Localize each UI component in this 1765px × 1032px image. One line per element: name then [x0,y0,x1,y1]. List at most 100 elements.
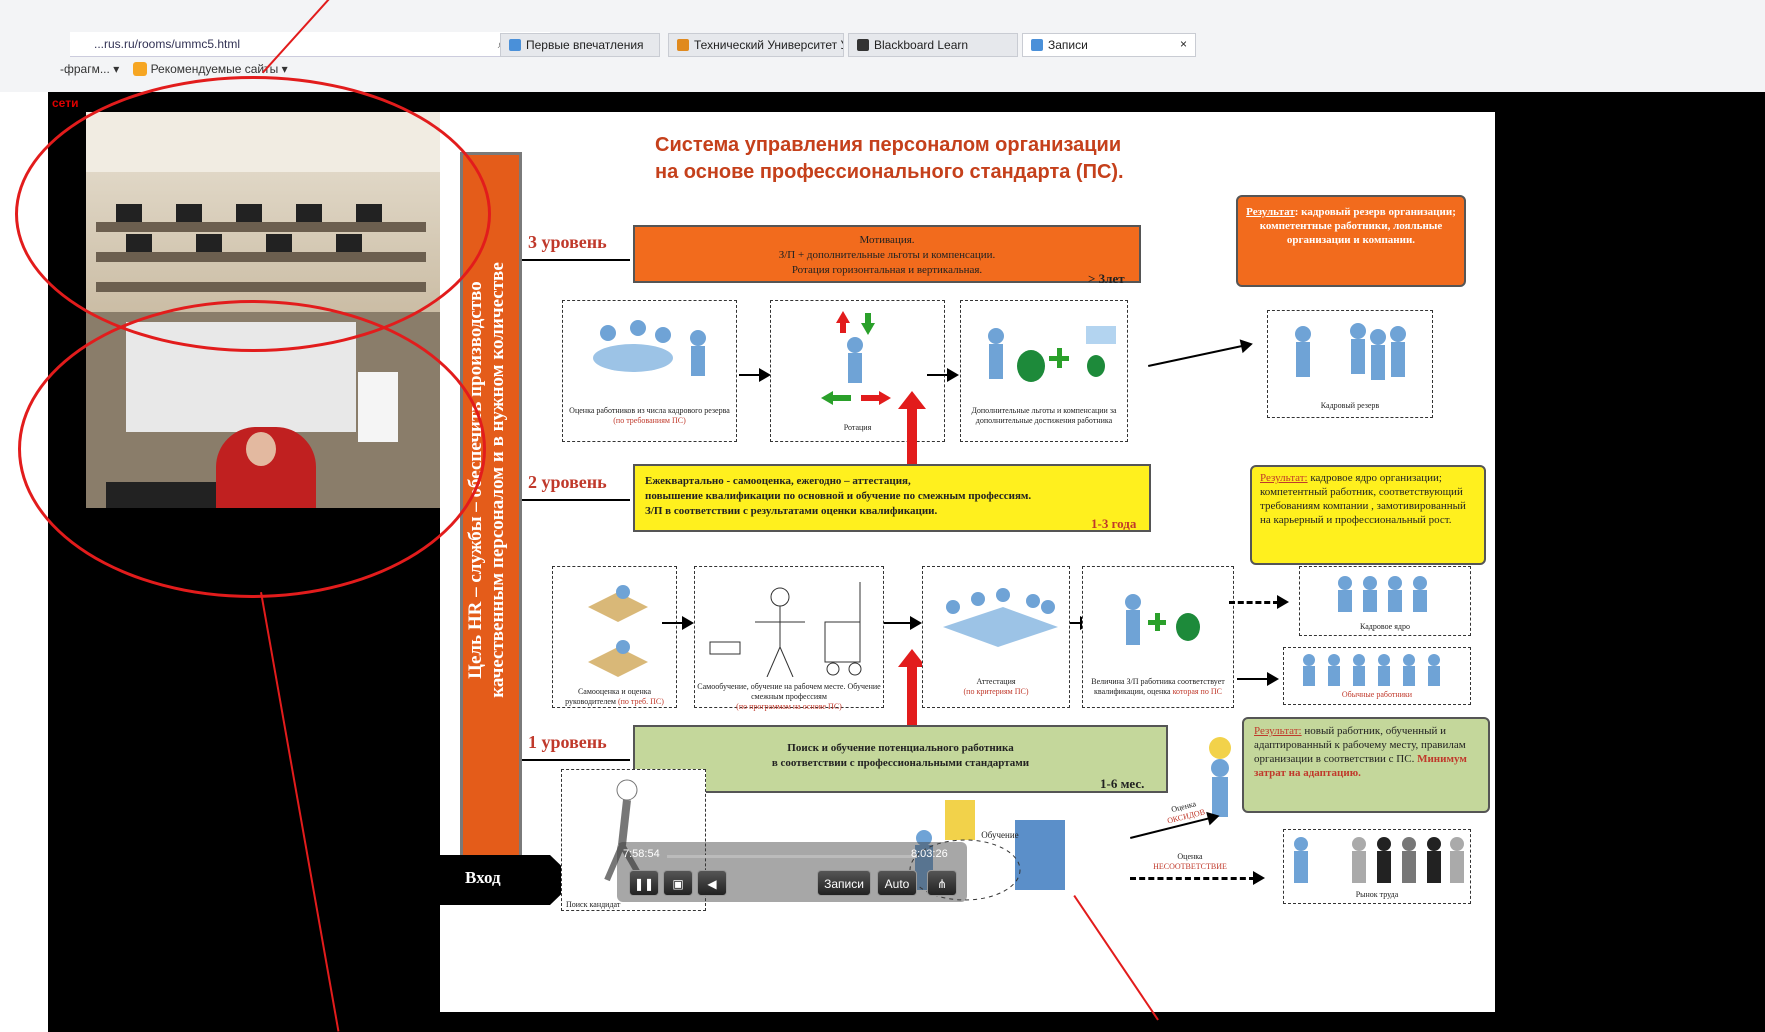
screen-icon[interactable]: ▣ [663,870,693,896]
caption-attest-text: Аттестация [976,677,1016,686]
auto-button[interactable]: Auto [877,870,917,896]
address-bar[interactable]: ...rus.ru/rooms/ummc5.html ⌕ ▾ ☰ ↻ [70,32,550,57]
reserve-icon [1295,323,1406,380]
favorites-icon [132,62,147,76]
room-link[interactable]: сети [52,96,78,110]
result-2-box: Результат: кадровое ядро организации; ко… [1250,465,1486,565]
level-3-line [522,259,630,261]
panel-training: Самообучение, обучение на рабочем месте.… [694,566,884,711]
caption-training2-text: Обучение [981,830,1019,840]
regular-workers-icon [1303,654,1440,686]
caption-rotation: Ротация [843,423,872,432]
level-2-box: Ежеквартально - самооценка, ежегодно – а… [633,464,1151,532]
level-2-label: 2 уровень [528,472,607,492]
ie-icon [1031,39,1043,51]
caption-assess2-red: НЕСООТВЕТСТВИЕ [1153,862,1227,871]
pause-button[interactable]: ❚❚ [629,870,659,896]
arrow [1237,672,1279,686]
caption-reserve: Кадровый резерв [1320,401,1380,410]
seek-bar[interactable] [667,855,917,858]
level-3-term: > 3лет [1088,271,1125,286]
panel-evaluation: Оценка работников из числа кадрового рез… [562,300,737,442]
caption-attest: Аттестация (по критериям ПС) [923,677,1069,697]
attestation-icon [943,588,1058,647]
panel-market: Рынок труда [1283,829,1471,904]
player-time-end: 8:03:26 [911,848,948,860]
level-1-label: 1 уровень [528,732,607,752]
training-icon [709,582,862,677]
caption-assess2: Оценка НЕСООТВЕТСТВИЕ [1130,852,1250,872]
panel-attestation: Аттестация (по критериям ПС) [922,566,1070,708]
caption-attest-red: (по критериям ПС) [963,687,1029,696]
caption-training-text: Самообучение, обучение на рабочем месте.… [697,682,881,701]
blackboard-icon [857,39,869,51]
level-2-line-2: повышение квалификации по основной и обу… [645,490,1032,502]
presentation-slide: Система управления персоналом организаци… [440,112,1495,1012]
tab-2[interactable]: Технический Университет УГ... [668,33,844,57]
rotation-icon [821,311,891,405]
level-3-line-3: Ротация горизонтальная и вертикальная. [791,264,983,276]
dashed-arrow [1130,877,1255,880]
level-1-line-2: в соответствии с профессиональными станд… [771,757,1030,769]
dashed-arrow-head [1253,871,1265,885]
panel-benefits: Дополнительные льготы и компенсации за д… [960,300,1128,442]
result-1-box: Результат: новый работник, обученный и а… [1242,717,1490,813]
favorites-item[interactable]: Рекомендуемые сайты [151,62,279,76]
tab-label: Blackboard Learn [874,38,969,52]
level-1-box: Поиск и обучение потенциального работник… [633,725,1168,793]
records-button[interactable]: Записи [817,870,871,896]
labor-market-icon [1294,837,1464,883]
up-arrow [898,649,926,725]
arrow [739,368,771,382]
result-2-head: Результат: [1260,472,1308,484]
level-2-line [522,499,630,501]
tab-3[interactable]: Blackboard Learn [848,33,1018,57]
level-1-term: 1-6 мес. [1100,776,1145,791]
tab-4-active[interactable]: Записи × [1022,33,1196,57]
result-3-box: Результат: кадровый резерв организации; … [1236,195,1466,287]
level-2-line-1: Ежеквартально - самооценка, ежегодно – а… [645,475,911,487]
level-3-label: 3 уровень [528,232,607,252]
result-3-head: Результат [1246,206,1295,218]
desk-worker-icon [588,585,648,677]
entry-label: Вход [465,868,501,887]
tab-label: Технический Университет УГ... [694,38,843,52]
level-2-line-3: З/П в соответствии с результатами оценки… [645,505,938,517]
panel-regular: Обычные работники [1283,647,1471,705]
caption-market: Рынок труда [1355,890,1399,899]
meeting-icon [593,320,706,376]
panel-rotation: Ротация [770,300,945,442]
benefits-icon [988,326,1116,382]
volume-icon[interactable]: ◀ [697,870,727,896]
dashed-arrow-head [1277,595,1289,609]
caption-core: Кадровое ядро [1360,622,1410,631]
caption-eval: Оценка работников из числа кадрового рез… [563,406,736,426]
address-text: ...rus.ru/rooms/ummc5.html [94,37,241,51]
favorites-bar: -фрагм... ▾ Рекомендуемые сайты ▾ [60,62,288,76]
arrow [884,616,922,630]
arrow [662,616,694,630]
caption-selfeval-red: (по треб. ПС) [617,697,664,706]
core-icon [1338,576,1427,612]
highlight-ellipse-bottom [18,300,486,598]
tab-label: Первые впечатления [526,38,644,52]
level-2-term: 1-3 года [1091,516,1137,531]
player-time-start: 7:58:54 [623,848,660,860]
university-icon [677,39,689,51]
caption-salary: Величина З/П работника соответствует ква… [1083,677,1233,697]
caption-training: Самообучение, обучение на рабочем месте.… [695,682,883,712]
favorites-left[interactable]: -фрагм... [60,62,110,76]
close-icon[interactable]: × [1180,37,1187,51]
dashed-arrow [1229,601,1279,604]
up-arrow [898,391,926,472]
caption-salary-red: которая по ПС [1172,687,1222,696]
caption-regular: Обычные работники [1341,690,1413,699]
tab-label: Записи [1048,38,1088,52]
slide-title: Система управления персоналом организаци… [655,132,1124,186]
panel-core: Кадровое ядро [1299,566,1471,636]
salary-icon [1125,594,1200,645]
title-line-2: на основе профессионального стандарта (П… [655,161,1124,183]
goal-line-2: качественным персоналом и в нужном колич… [487,262,508,698]
share-icon[interactable]: ⋔ [927,870,957,896]
tab-1[interactable]: Первые впечатления [500,33,660,57]
